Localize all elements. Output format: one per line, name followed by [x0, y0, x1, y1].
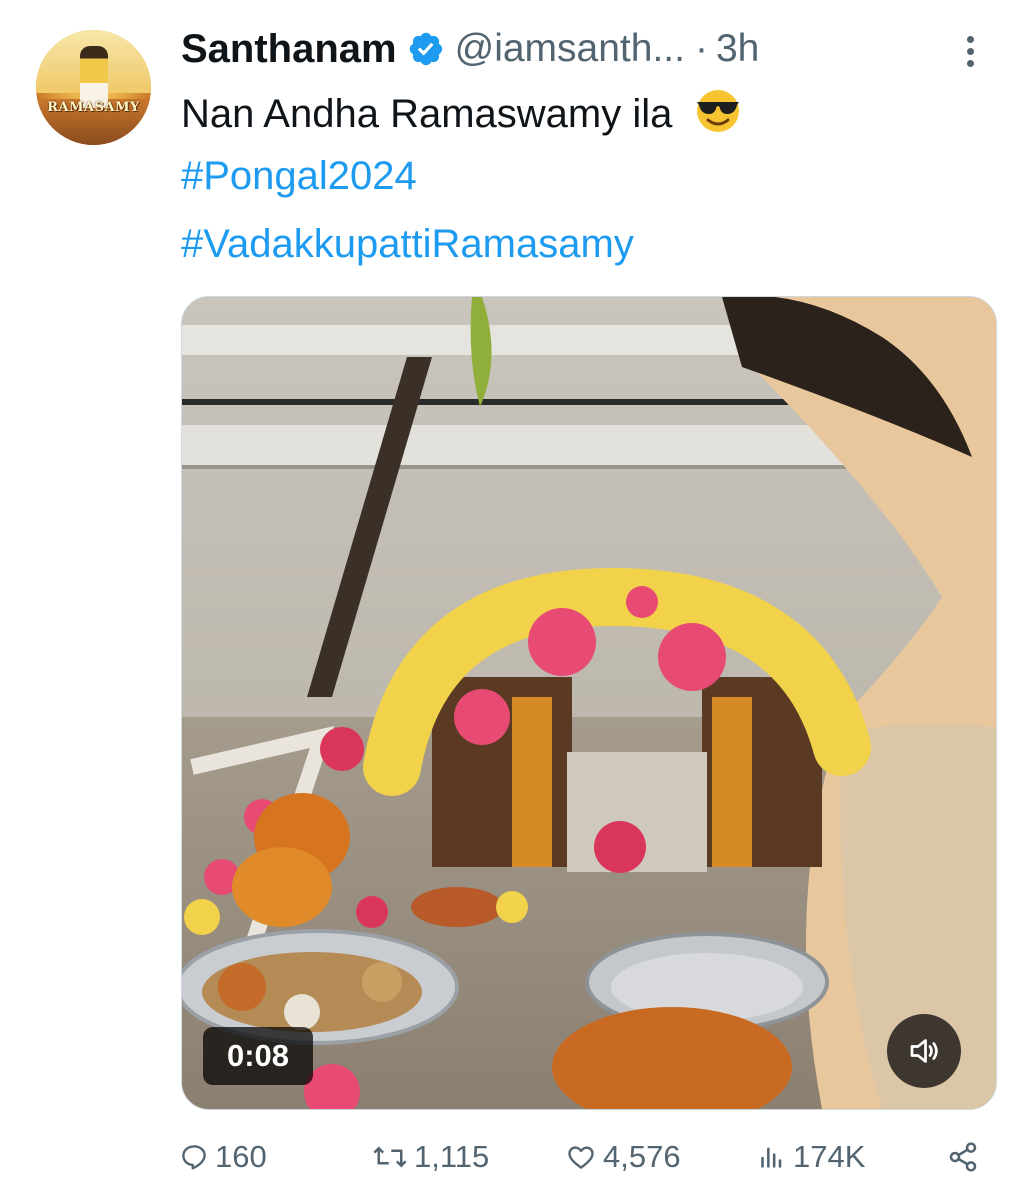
reply-count: 160 [215, 1139, 267, 1174]
video-duration-badge: 0:08 [203, 1027, 313, 1085]
avatar-logo-text: RAMASAMY [47, 100, 140, 115]
like-count: 4,576 [603, 1139, 681, 1174]
share-button[interactable] [947, 1132, 979, 1182]
tweet-video[interactable] [181, 296, 997, 1110]
share-icon [949, 1142, 977, 1172]
hashtag-pongal2024[interactable]: #Pongal2024 [181, 152, 417, 200]
video-frame [182, 297, 996, 1109]
author-avatar[interactable]: RAMASAMY [36, 30, 151, 145]
repost-button[interactable]: 1,115 [372, 1132, 489, 1182]
author-handle[interactable]: @iamsanth... [455, 27, 685, 71]
verified-badge-icon [409, 32, 442, 66]
tweet-action-bar: 160 1,115 4,576 174K [0, 1132, 1027, 1182]
view-count: 174K [793, 1139, 866, 1174]
more-options-icon[interactable] [962, 36, 978, 70]
repost-count: 1,115 [414, 1139, 490, 1174]
repost-icon [373, 1146, 407, 1168]
like-button[interactable]: 4,576 [565, 1132, 681, 1182]
header-separator: · [694, 27, 708, 70]
volume-icon[interactable] [887, 1014, 961, 1088]
speaker-icon [910, 1039, 938, 1063]
hashtag-vadakkupattiramasamy[interactable]: #VadakkupattiRamasamy [181, 220, 634, 268]
views-button[interactable]: 174K [759, 1132, 865, 1182]
heart-icon [568, 1146, 594, 1169]
tweet-text: Nan Andha Ramaswamy ila [181, 92, 673, 136]
views-chart-icon [761, 1147, 782, 1168]
reply-button[interactable]: 160 [179, 1132, 267, 1182]
tweet-timestamp[interactable]: 3h [716, 27, 759, 71]
author-display-name[interactable]: Santhanam [181, 27, 397, 72]
sunglasses-emoji-icon [697, 90, 740, 132]
tweet-text-line: Nan Andha Ramaswamy ila [181, 89, 745, 138]
reply-icon [182, 1145, 206, 1170]
tweet-header: Santhanam @iamsanth... · 3h [181, 24, 759, 74]
